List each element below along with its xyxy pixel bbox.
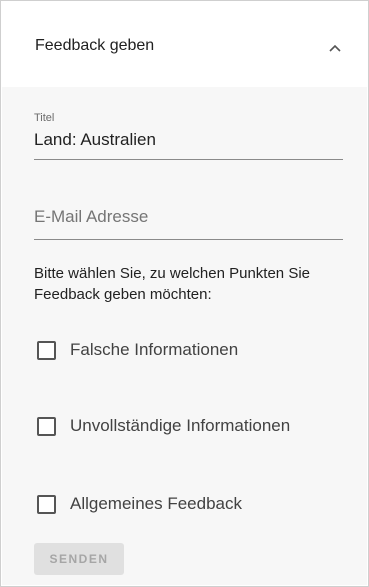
send-button[interactable]: SENDEN — [34, 543, 124, 575]
email-field[interactable] — [34, 197, 343, 240]
title-field-label: Titel — [34, 112, 55, 124]
option-allgemeines-feedback[interactable]: Allgemeines Feedback — [37, 492, 242, 516]
checkbox[interactable] — [37, 494, 56, 514]
panel-body: Titel Bitte wählen Sie, zu welchen Punkt… — [2, 87, 367, 585]
collapse-button[interactable] — [321, 34, 349, 62]
title-field[interactable]: Titel — [34, 107, 343, 160]
panel-header[interactable]: Feedback geben — [2, 2, 367, 88]
option-label: Unvollständige Informationen — [70, 416, 291, 435]
option-unvollstaendige-informationen[interactable]: Unvollständige Informationen — [37, 414, 290, 438]
chevron-up-icon — [329, 44, 341, 52]
feedback-prompt: Bitte wählen Sie, zu welchen Punkten Sie… — [34, 265, 310, 303]
feedback-panel: Feedback geben Titel Bitte wählen Sie, z… — [0, 0, 369, 587]
title-input[interactable] — [34, 130, 343, 150]
panel-title: Feedback geben — [35, 37, 155, 54]
checkbox[interactable] — [37, 340, 56, 360]
email-input[interactable] — [34, 207, 343, 227]
option-falsche-informationen[interactable]: Falsche Informationen — [37, 338, 238, 362]
option-label: Allgemeines Feedback — [70, 494, 242, 513]
option-label: Falsche Informationen — [70, 340, 239, 359]
checkbox[interactable] — [37, 416, 56, 436]
